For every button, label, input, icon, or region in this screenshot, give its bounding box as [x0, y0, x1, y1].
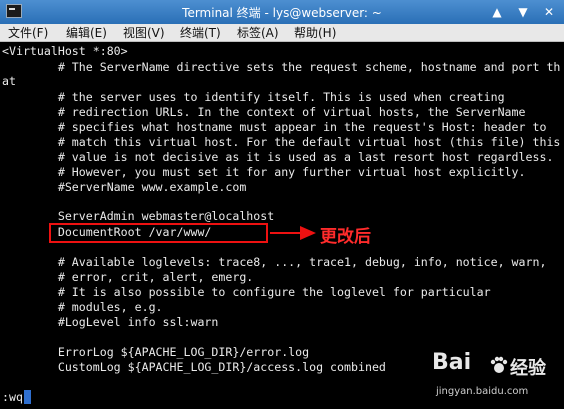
maximize-button[interactable]: ▼: [514, 3, 532, 21]
terminal-line: # error, crit, alert, emerg.: [2, 270, 254, 284]
menu-file[interactable]: 文件(F): [8, 25, 48, 41]
terminal-line: CustomLog ${APACHE_LOG_DIR}/access.log c…: [2, 360, 386, 374]
terminal-line: at: [2, 74, 16, 88]
watermark-url: jingyan.baidu.com: [436, 386, 529, 397]
terminal-line: # the server uses to identify itself. Th…: [2, 90, 505, 104]
text-cursor: [24, 390, 31, 404]
minimize-button[interactable]: ▲: [488, 3, 506, 21]
terminal-line: <VirtualHost *:80>: [2, 44, 128, 58]
terminal-line: #LogLevel info ssl:warn: [2, 315, 219, 329]
menu-bar: 文件(F) 编辑(E) 视图(V) 终端(T) 标签(A) 帮助(H): [0, 24, 564, 42]
terminal-line: # redirection URLs. In the context of vi…: [2, 105, 526, 119]
terminal-line: ErrorLog ${APACHE_LOG_DIR}/error.log: [2, 345, 310, 359]
terminal-line: # value is not decisive as it is used as…: [2, 150, 554, 164]
baidu-logo: Bai: [432, 350, 472, 375]
terminal-line: # specifies what hostname must appear in…: [2, 120, 547, 134]
highlight-box: [49, 223, 268, 243]
terminal-line: # The ServerName directive sets the requ…: [2, 60, 561, 74]
terminal-line: #ServerName www.example.com: [2, 180, 247, 194]
menu-help[interactable]: 帮助(H): [294, 25, 336, 41]
window-title: Terminal 终端 - lys@webserver: ~: [182, 6, 382, 20]
terminal-line: # However, you must set it for any furth…: [2, 165, 526, 179]
terminal-line: # It is also possible to configure the l…: [2, 285, 491, 299]
terminal-line: ServerAdmin webmaster@localhost: [2, 209, 275, 223]
menu-tabs[interactable]: 标签(A): [237, 25, 279, 41]
terminal-line: # Available loglevels: trace8, ..., trac…: [2, 255, 547, 269]
baidu-jingyan-watermark: Bai 经验 jingyan.baidu.com: [432, 350, 560, 406]
terminal-line: # modules, e.g.: [2, 300, 163, 314]
annotation-label: 更改后: [320, 227, 371, 247]
vim-command-line: :wq: [2, 390, 23, 404]
close-button[interactable]: ✕: [540, 3, 558, 21]
title-bar[interactable]: Terminal 终端 - lys@webserver: ~ ▲ ▼ ✕: [0, 0, 564, 24]
menu-edit[interactable]: 编辑(E): [66, 25, 107, 41]
jingyan-label: 经验: [510, 358, 546, 379]
menu-view[interactable]: 视图(V): [123, 25, 165, 41]
menu-terminal[interactable]: 终端(T): [180, 25, 221, 41]
arrow-right-icon: [270, 226, 316, 240]
baidu-paw-icon: [490, 356, 508, 373]
terminal-line: # match this virtual host. For the defau…: [2, 135, 561, 149]
